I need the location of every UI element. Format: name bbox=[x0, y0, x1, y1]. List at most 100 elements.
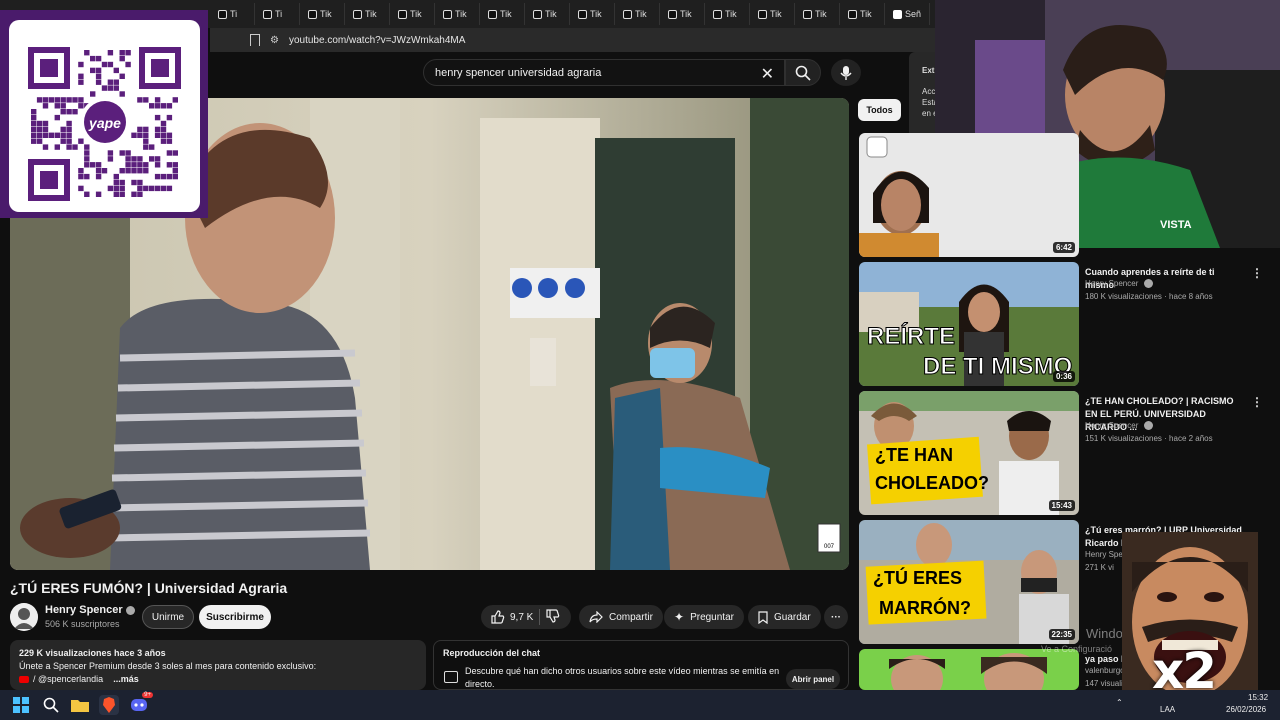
description-box[interactable]: 229 K visualizaciones hace 3 años Únete … bbox=[10, 640, 426, 690]
qr-module bbox=[101, 85, 108, 91]
tray-chevron-icon[interactable]: ⌃ bbox=[1116, 698, 1123, 707]
browser-tab[interactable]: Tik bbox=[345, 3, 390, 25]
qr-module bbox=[149, 103, 155, 109]
site-info-icon[interactable]: ⚙ bbox=[270, 35, 279, 46]
url-text[interactable]: youtube.com/watch?v=JWzWmkah4MA bbox=[289, 35, 465, 46]
qr-module bbox=[113, 185, 119, 192]
qr-module bbox=[119, 185, 125, 192]
qr-module bbox=[66, 138, 72, 144]
voice-search-button[interactable] bbox=[831, 59, 861, 86]
qr-module bbox=[166, 132, 173, 138]
save-button[interactable]: Guardar bbox=[748, 605, 821, 629]
ask-button[interactable]: ✦ Preguntar bbox=[664, 605, 744, 629]
bookmark-save-icon bbox=[758, 610, 768, 624]
browser-tab[interactable]: Tik bbox=[705, 3, 750, 25]
tiktok-icon bbox=[533, 9, 542, 19]
taskbar-search-button[interactable] bbox=[41, 695, 61, 715]
recommendation-item[interactable]: 6:42 bbox=[859, 133, 1269, 257]
clock-time[interactable]: 15:32 bbox=[1248, 693, 1268, 702]
description-handle[interactable]: / @spencerlandia bbox=[33, 673, 103, 686]
qr-module bbox=[125, 168, 131, 174]
qr-module bbox=[149, 144, 155, 150]
channel-avatar[interactable] bbox=[10, 603, 38, 631]
qr-module bbox=[160, 126, 167, 133]
browser-tab[interactable]: Ti bbox=[255, 3, 300, 25]
qr-module bbox=[54, 114, 60, 121]
search-icon bbox=[43, 697, 59, 713]
browser-tab-label: Tik bbox=[365, 9, 377, 19]
more-vertical-icon[interactable]: ⋮ bbox=[1251, 266, 1263, 280]
clock-date[interactable]: 26/02/2026 bbox=[1226, 705, 1266, 714]
browser-tab[interactable]: Tik bbox=[840, 3, 885, 25]
recommendation-thumbnail[interactable]: REÍRTE DE TI MISMO 0:36 bbox=[859, 262, 1079, 386]
browser-tab[interactable]: Tik bbox=[570, 3, 615, 25]
filter-chip-todos[interactable]: Todos bbox=[858, 99, 901, 121]
browser-tab[interactable]: Tik bbox=[795, 3, 840, 25]
qr-module bbox=[166, 138, 173, 144]
discord-button[interactable]: 9+ bbox=[129, 692, 153, 715]
browser-tab-label: Tik bbox=[680, 9, 692, 19]
recommendation-thumbnail[interactable]: ¿TE HAN CHOLEADO? 15:43 bbox=[859, 391, 1079, 515]
browser-tab[interactable]: Tik bbox=[300, 3, 345, 25]
qr-module bbox=[90, 55, 96, 62]
qr-module bbox=[107, 79, 114, 85]
language-indicator[interactable]: LAA bbox=[1160, 705, 1175, 714]
windows-start-button[interactable] bbox=[11, 695, 31, 715]
qr-module bbox=[54, 103, 60, 109]
qr-module bbox=[95, 191, 102, 197]
qr-module bbox=[119, 55, 125, 62]
ask-label: Preguntar bbox=[690, 611, 734, 623]
recommendation-channel: Henry Spencer bbox=[1085, 279, 1153, 289]
show-more-link[interactable]: ...más bbox=[113, 673, 139, 686]
channel-name[interactable]: Henry Spencer bbox=[45, 604, 135, 616]
like-button[interactable]: 9,7 K bbox=[491, 610, 533, 624]
browser-tab[interactable]: Tik bbox=[615, 3, 660, 25]
more-actions-button[interactable]: ··· bbox=[824, 605, 848, 629]
address-bar[interactable]: ⚙ youtube.com/watch?v=JWzWmkah4MA bbox=[210, 28, 935, 52]
subscribe-button[interactable]: Suscribirme bbox=[199, 605, 271, 629]
qr-module bbox=[166, 103, 173, 109]
more-vertical-icon[interactable]: ⋮ bbox=[1251, 395, 1263, 409]
browser-tab[interactable]: Tik bbox=[750, 3, 795, 25]
thumbnail-text-line2: CHOLEADO? bbox=[875, 473, 989, 493]
video-title: ¿TÚ ERES FUMÓN? | Universidad Agraria bbox=[10, 580, 288, 596]
share-button[interactable]: Compartir bbox=[579, 605, 663, 629]
recommendation-item[interactable]: ¿TE HAN CHOLEADO? 15:43 ¿TE HAN CHOLEADO… bbox=[859, 391, 1269, 515]
browser-tab[interactable]: Ti bbox=[210, 3, 255, 25]
join-button[interactable]: Unirme bbox=[142, 605, 194, 629]
file-explorer-button[interactable] bbox=[70, 695, 90, 715]
recommendation-item[interactable]: REÍRTE DE TI MISMO 0:36 Cuando aprendes … bbox=[859, 262, 1269, 386]
recommendation-stats: 180 K visualizaciones · hace 8 años bbox=[1085, 292, 1213, 301]
browser-tab[interactable]: Tik bbox=[525, 3, 570, 25]
thumbnail-text-line2: DE TI MISMO bbox=[923, 353, 1072, 380]
qr-module bbox=[36, 138, 43, 144]
brave-browser-button[interactable] bbox=[99, 695, 119, 715]
search-button[interactable] bbox=[785, 59, 821, 86]
search-input[interactable]: henry spencer universidad agraria ✕ bbox=[423, 59, 785, 86]
browser-tab[interactable]: Tik bbox=[480, 3, 525, 25]
browser-tab[interactable]: Señ bbox=[885, 3, 930, 25]
qr-module bbox=[66, 97, 72, 103]
browser-tab-label: Tik bbox=[590, 9, 602, 19]
recommendation-thumbnail[interactable] bbox=[859, 649, 1079, 690]
tiktok-icon bbox=[488, 9, 497, 19]
browser-tab[interactable]: Tik bbox=[660, 3, 705, 25]
recommendation-thumbnail[interactable]: 6:42 bbox=[859, 133, 1079, 257]
qr-module bbox=[78, 185, 84, 192]
open-panel-button[interactable]: Abrir panel bbox=[786, 669, 840, 689]
qr-module bbox=[54, 144, 60, 150]
qr-module bbox=[60, 109, 66, 115]
qr-module bbox=[42, 97, 49, 103]
qr-module bbox=[84, 191, 90, 197]
qr-module bbox=[172, 168, 178, 174]
browser-tab[interactable]: Tik bbox=[390, 3, 435, 25]
qr-module bbox=[113, 67, 119, 74]
qr-module bbox=[113, 79, 119, 85]
qr-module bbox=[107, 185, 114, 192]
recommendation-thumbnail[interactable]: ¿TÚ ERES MARRÓN? 22:35 bbox=[859, 520, 1079, 644]
browser-tab[interactable]: Tik bbox=[435, 3, 480, 25]
bookmark-icon[interactable] bbox=[250, 34, 260, 46]
clear-search-icon[interactable]: ✕ bbox=[761, 64, 774, 84]
dislike-button[interactable] bbox=[546, 608, 560, 626]
qr-module bbox=[137, 126, 143, 133]
